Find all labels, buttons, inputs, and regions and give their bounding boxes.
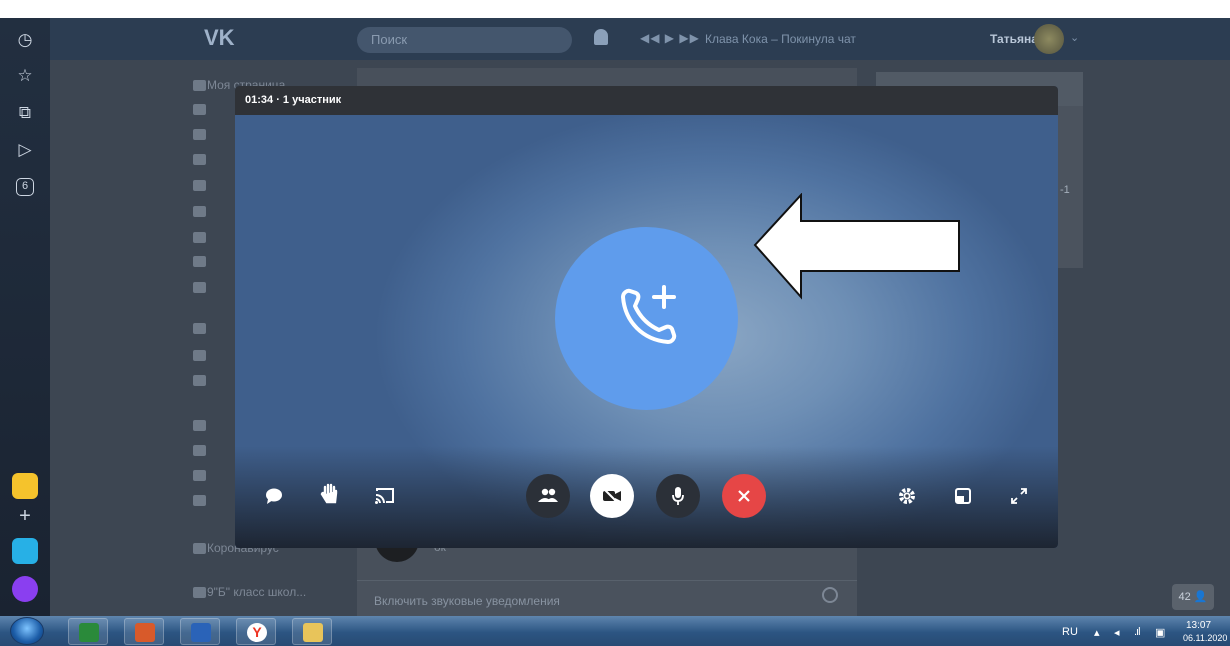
clock-time[interactable]: 13:07 bbox=[1186, 620, 1211, 631]
tabs-icon[interactable]: ⧉ bbox=[13, 101, 37, 125]
pointer-arrow-annotation bbox=[753, 193, 960, 300]
chat-group-icon bbox=[193, 587, 206, 598]
screen-share-icon[interactable] bbox=[371, 482, 399, 510]
fullscreen-icon[interactable] bbox=[1005, 482, 1033, 510]
gear-icon[interactable] bbox=[822, 587, 838, 603]
now-playing[interactable]: Клава Кока – Покинула чат bbox=[705, 32, 856, 46]
player-controls-icon[interactable]: ◀◀ ▶ ▶▶ bbox=[640, 31, 700, 45]
bookmarks-star-icon[interactable]: ☆ bbox=[13, 64, 37, 88]
microphone-icon bbox=[672, 487, 684, 505]
people-icon bbox=[538, 488, 558, 502]
menu-icon bbox=[193, 180, 206, 191]
messenger-app-icon[interactable] bbox=[12, 538, 38, 564]
clock-date[interactable]: 06.11.2020 bbox=[1183, 633, 1227, 643]
call-controls-bar bbox=[235, 446, 1058, 548]
home-icon bbox=[193, 80, 206, 91]
taskbar-app[interactable] bbox=[124, 618, 164, 645]
call-window: 01:34 · 1 участник bbox=[235, 86, 1058, 548]
avatar[interactable] bbox=[1034, 24, 1064, 54]
taskbar-explorer[interactable] bbox=[292, 618, 332, 645]
start-button[interactable] bbox=[10, 617, 44, 645]
play-icon[interactable]: ▷ bbox=[13, 138, 37, 162]
phone-plus-icon bbox=[621, 285, 677, 344]
menu-icon bbox=[193, 206, 206, 217]
yandex-icon: Y bbox=[247, 623, 267, 642]
network-signal-icon[interactable]: .ıl bbox=[1134, 626, 1140, 638]
end-call-button[interactable] bbox=[722, 474, 766, 518]
word-icon bbox=[191, 623, 211, 642]
right-panel-text: -1 bbox=[1060, 184, 1070, 196]
add-app-icon[interactable]: + bbox=[13, 504, 37, 528]
menu-icon bbox=[193, 350, 206, 361]
menu-icon bbox=[193, 323, 206, 334]
add-participant-button[interactable] bbox=[555, 227, 738, 410]
settings-gear-icon[interactable] bbox=[893, 482, 921, 510]
language-indicator[interactable]: RU bbox=[1062, 626, 1078, 638]
mail-app-icon[interactable] bbox=[12, 473, 38, 499]
bell-icon[interactable] bbox=[594, 29, 608, 45]
raise-hand-icon[interactable] bbox=[316, 480, 344, 508]
camera-toggle-button[interactable] bbox=[590, 474, 634, 518]
taskbar-word[interactable] bbox=[180, 618, 220, 645]
excel-icon bbox=[79, 623, 99, 642]
participants-button[interactable] bbox=[526, 474, 570, 518]
show-hidden-icons-icon[interactable]: ▴ bbox=[1094, 626, 1100, 639]
screen: ◷ ☆ ⧉ ▷ 6 + VK Поиск ◀◀ ▶ ▶▶ Клава Кока … bbox=[0, 0, 1230, 646]
app-icon bbox=[135, 623, 155, 642]
call-status: 01:34 · 1 участник bbox=[245, 94, 342, 106]
menu-chat-class[interactable]: 9"Б" класс школ... bbox=[207, 585, 306, 599]
menu-icon bbox=[193, 104, 206, 115]
vk-logo[interactable]: VK bbox=[204, 25, 235, 51]
menu-icon bbox=[193, 232, 206, 243]
menu-icon bbox=[193, 375, 206, 386]
online-count: 42 bbox=[1178, 591, 1191, 603]
counter-6-icon[interactable]: 6 bbox=[16, 178, 34, 196]
volume-icon[interactable]: ◂ bbox=[1114, 626, 1120, 639]
close-icon bbox=[738, 490, 750, 502]
online-count-badge[interactable]: 42 👤 bbox=[1172, 584, 1214, 610]
menu-icon bbox=[193, 282, 206, 293]
taskbar-yandex-browser[interactable]: Y bbox=[236, 618, 276, 645]
alice-assistant-icon[interactable] bbox=[12, 576, 38, 602]
group-icon bbox=[193, 543, 206, 554]
browser-sidebar: ◷ ☆ ⧉ ▷ 6 + bbox=[0, 18, 50, 616]
menu-icon bbox=[193, 256, 206, 267]
microphone-button[interactable] bbox=[656, 474, 700, 518]
menu-icon bbox=[193, 495, 206, 506]
camera-off-icon bbox=[603, 488, 621, 504]
menu-icon bbox=[193, 470, 206, 481]
chevron-down-icon[interactable]: ⌄ bbox=[1070, 31, 1079, 44]
menu-icon bbox=[193, 445, 206, 456]
sound-notifications-link[interactable]: Включить звуковые уведомления bbox=[374, 594, 560, 608]
menu-icon bbox=[193, 129, 206, 140]
call-header: 01:34 · 1 участник bbox=[235, 86, 1058, 115]
user-name[interactable]: Татьяна bbox=[990, 32, 1038, 46]
minimize-window-icon[interactable] bbox=[949, 482, 977, 510]
search-input[interactable]: Поиск bbox=[357, 27, 572, 53]
taskbar-excel[interactable] bbox=[68, 618, 108, 645]
menu-icon bbox=[193, 420, 206, 431]
chat-bubble-icon[interactable] bbox=[260, 482, 288, 510]
action-center-icon[interactable]: ▣ bbox=[1155, 626, 1165, 639]
history-icon[interactable]: ◷ bbox=[13, 28, 37, 52]
search-placeholder: Поиск bbox=[371, 32, 408, 47]
menu-icon bbox=[193, 154, 206, 165]
folder-icon bbox=[303, 623, 323, 642]
